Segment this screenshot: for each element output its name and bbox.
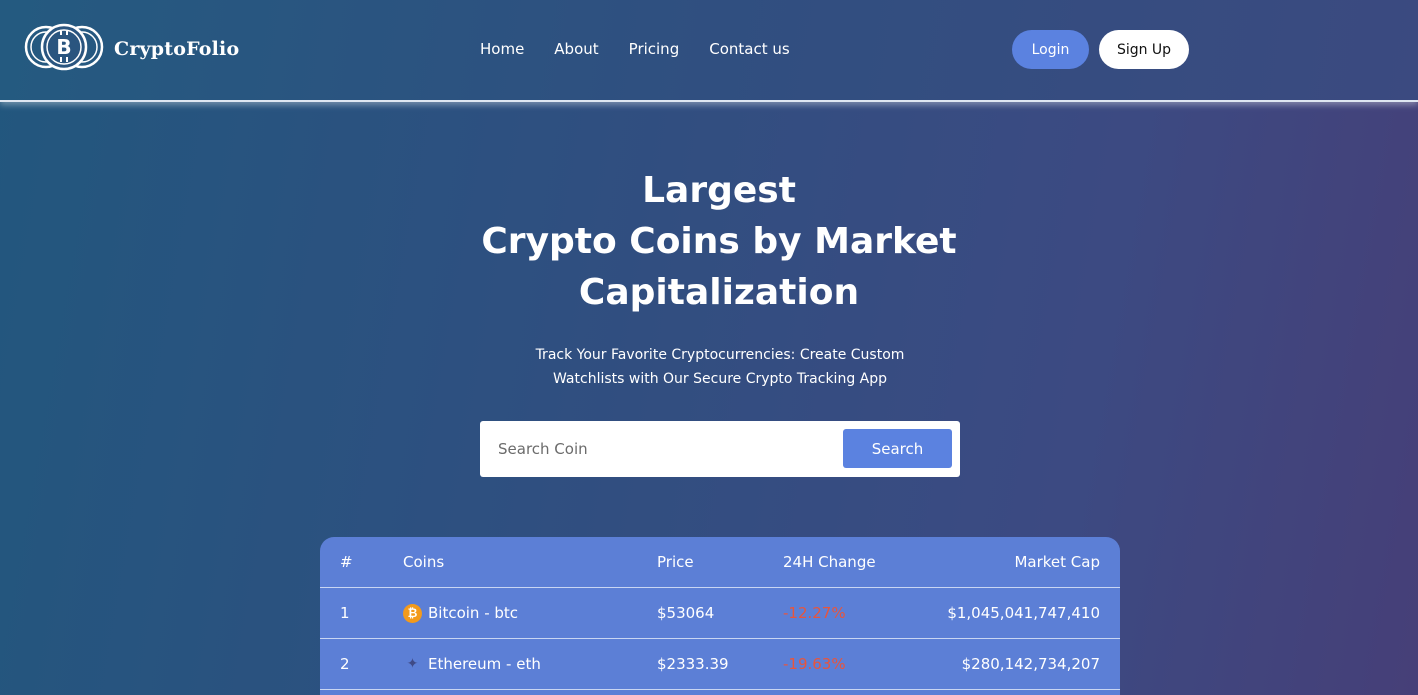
brand-name: CryptoFolio	[114, 38, 240, 60]
nav-home-link[interactable]: Home	[480, 40, 524, 58]
coin-market-cap: $1,045,041,747,410	[947, 604, 1100, 622]
coin-name: Bitcoin - btc	[428, 604, 519, 622]
coin-name-cell: ₿ Bitcoin - btc	[403, 588, 518, 639]
hero-subtitle: Track Your Favorite Cryptocurrencies: Cr…	[460, 343, 980, 391]
nav-contact-link[interactable]: Contact us	[709, 40, 789, 58]
coin-name: Ethereum - eth	[428, 655, 541, 673]
coin-24h-change: -12.27%	[783, 604, 846, 622]
coin-24h-change: -19.63%	[783, 655, 846, 673]
coin-rank: 2	[340, 655, 350, 673]
auth-buttons: Login Sign Up	[1012, 30, 1189, 69]
coins-logo-icon: B	[22, 22, 106, 76]
svg-text:B: B	[56, 35, 71, 59]
table-row[interactable]: 2 ✦ Ethereum - eth $2333.39 -19.63% $280…	[320, 639, 1120, 690]
ethereum-icon: ✦	[406, 656, 419, 672]
site-header: B CryptoFolio Home About Pricing Contact…	[0, 0, 1418, 102]
header-price[interactable]: Price	[657, 537, 694, 588]
hero-title-line: Capitalization	[578, 272, 860, 313]
search-button[interactable]: Search	[843, 429, 952, 468]
hero-title-line: Crypto Coins by Market	[481, 221, 957, 262]
hero-title: Largest Crypto Coins by Market Capitaliz…	[409, 165, 1029, 318]
coin-market-cap: $280,142,734,207	[961, 655, 1100, 673]
coin-search-bar: Search	[480, 421, 960, 477]
coins-table: # Coins Price 24H Change Market Cap 1 ₿ …	[320, 537, 1120, 695]
nav-pricing-link[interactable]: Pricing	[629, 40, 680, 58]
header-market-cap[interactable]: Market Cap	[1014, 537, 1100, 588]
signup-button[interactable]: Sign Up	[1099, 30, 1189, 69]
header-rank[interactable]: #	[340, 537, 353, 588]
coin-rank: 1	[340, 604, 350, 622]
login-button[interactable]: Login	[1012, 30, 1089, 69]
header-24h-change[interactable]: 24H Change	[783, 537, 876, 588]
brand-logo[interactable]: B CryptoFolio	[22, 22, 240, 76]
coin-price: $2333.39	[657, 655, 729, 673]
hero-title-line: Largest	[642, 170, 796, 211]
hero-subtitle-line: Watchlists with Our Secure Crypto Tracki…	[552, 371, 888, 387]
coin-name-cell: ✦ Ethereum - eth	[403, 639, 541, 690]
main-nav: Home About Pricing Contact us	[480, 40, 820, 58]
coin-price: $53064	[657, 604, 715, 622]
header-coins[interactable]: Coins	[403, 537, 444, 588]
hero-subtitle-line: Track Your Favorite Cryptocurrencies: Cr…	[535, 347, 905, 363]
table-row[interactable]: 1 ₿ Bitcoin - btc $53064 -12.27% $1,045,…	[320, 588, 1120, 639]
nav-about-link[interactable]: About	[554, 40, 598, 58]
bitcoin-icon: ₿	[403, 604, 422, 623]
table-header-row: # Coins Price 24H Change Market Cap	[320, 537, 1120, 588]
search-coin-input[interactable]	[490, 429, 830, 469]
